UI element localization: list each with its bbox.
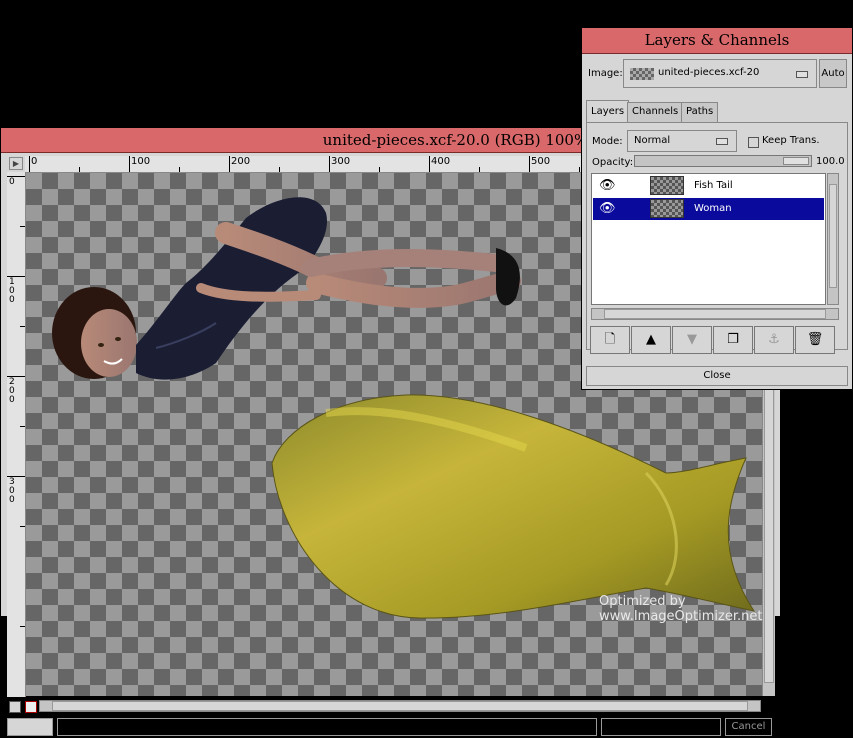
keep-trans-label: Keep Trans. [762, 135, 820, 146]
layer-name: Woman [694, 203, 732, 214]
tab-channels[interactable]: Channels [627, 102, 684, 122]
lower-layer-button[interactable]: ▼ [672, 326, 712, 354]
mode-select[interactable]: Normal [627, 130, 737, 152]
navigate-icon[interactable]: ✥ [765, 699, 776, 714]
ruler-label: 0 [31, 156, 38, 167]
fish-tail-artwork [271, 394, 756, 619]
status-bar: united-pieces.xcf-20.0 (RGB) 100% Cancel [7, 718, 772, 738]
image-select[interactable]: united-pieces.xcf-20 [623, 59, 817, 88]
horizontal-scrollbar[interactable] [39, 700, 761, 712]
ruler-label: 0 [9, 177, 15, 187]
layers-dialog-title: Layers & Channels [582, 28, 852, 54]
cancel-button[interactable]: Cancel [725, 718, 772, 736]
ruler-label: 400 [431, 156, 451, 167]
close-button[interactable]: Close [586, 366, 848, 386]
opacity-slider[interactable] [634, 155, 812, 167]
image-select-value: united-pieces.xcf-20 [658, 67, 760, 78]
eye-icon[interactable]: 👁 [599, 202, 616, 216]
ruler-label: 100 [131, 156, 151, 167]
layer-list-horizontal-scrollbar[interactable] [591, 308, 839, 320]
tab-layers[interactable]: Layers [586, 100, 630, 122]
mode-label: Mode: [592, 136, 623, 147]
quickmask-off-icon[interactable] [9, 701, 21, 713]
quickmask-on-icon[interactable] [25, 701, 37, 713]
layer-thumbnail [650, 199, 684, 218]
lower-layer-icon: ▼ [687, 332, 697, 347]
woman-artwork [52, 197, 521, 380]
duplicate-layer-icon: ❐ [727, 332, 739, 347]
image-thumbnail [630, 68, 654, 80]
raise-layer-button[interactable]: ▲ [631, 326, 671, 354]
status-text: united-pieces.xcf-20.0 (RGB) 100% [57, 718, 597, 736]
progress-bar [601, 718, 721, 736]
raise-layer-icon: ▲ [646, 332, 656, 347]
layers-dialog: Layers & Channels Image: united-pieces.x… [581, 27, 853, 390]
ruler-label: 500 [531, 156, 551, 167]
new-layer-icon: 🗋 [604, 332, 616, 347]
anchor-icon: ⚓ [768, 332, 780, 347]
layer-name: Fish Tail [694, 180, 733, 191]
ruler-label: 100 [9, 277, 15, 305]
image-label: Image: [588, 68, 623, 79]
dropdown-indicator-icon [716, 138, 728, 145]
ruler-label: 300 [331, 156, 351, 167]
opacity-label: Opacity: [592, 157, 634, 168]
keep-trans-checkbox[interactable] [748, 137, 759, 148]
layer-thumbnail [650, 176, 684, 195]
opacity-slider-thumb[interactable] [783, 157, 809, 165]
opacity-value: 100.0 [816, 156, 845, 167]
trash-icon: 🗑 [806, 332, 824, 347]
tab-paths[interactable]: Paths [681, 102, 719, 122]
ruler-label: 200 [231, 156, 251, 167]
pointer-position [7, 718, 53, 736]
dropdown-indicator-icon [796, 71, 808, 78]
layer-list-vertical-scrollbar[interactable] [827, 173, 839, 305]
new-layer-button[interactable]: 🗋 [590, 326, 630, 354]
image-menu-button[interactable]: ▶ [9, 157, 23, 170]
layer-row-woman[interactable]: 👁 Woman [593, 198, 824, 220]
watermark-text: Optimized by www.ImageOptimizer.net [599, 594, 763, 624]
eye-icon[interactable]: 👁 [599, 179, 616, 193]
layer-row-fish-tail[interactable]: 👁 Fish Tail [593, 175, 824, 197]
anchor-layer-button[interactable]: ⚓ [754, 326, 794, 354]
mode-select-value: Normal [634, 135, 671, 146]
delete-layer-button[interactable]: 🗑 [795, 326, 835, 354]
ruler-label: 300 [9, 477, 15, 505]
layer-list[interactable]: 👁 Fish Tail 👁 Woman [591, 173, 826, 305]
duplicate-layer-button[interactable]: ❐ [713, 326, 753, 354]
auto-button[interactable]: Auto [819, 59, 847, 88]
vertical-ruler[interactable]: 0 100 200 300 [7, 172, 26, 697]
ruler-label: 200 [9, 377, 15, 405]
